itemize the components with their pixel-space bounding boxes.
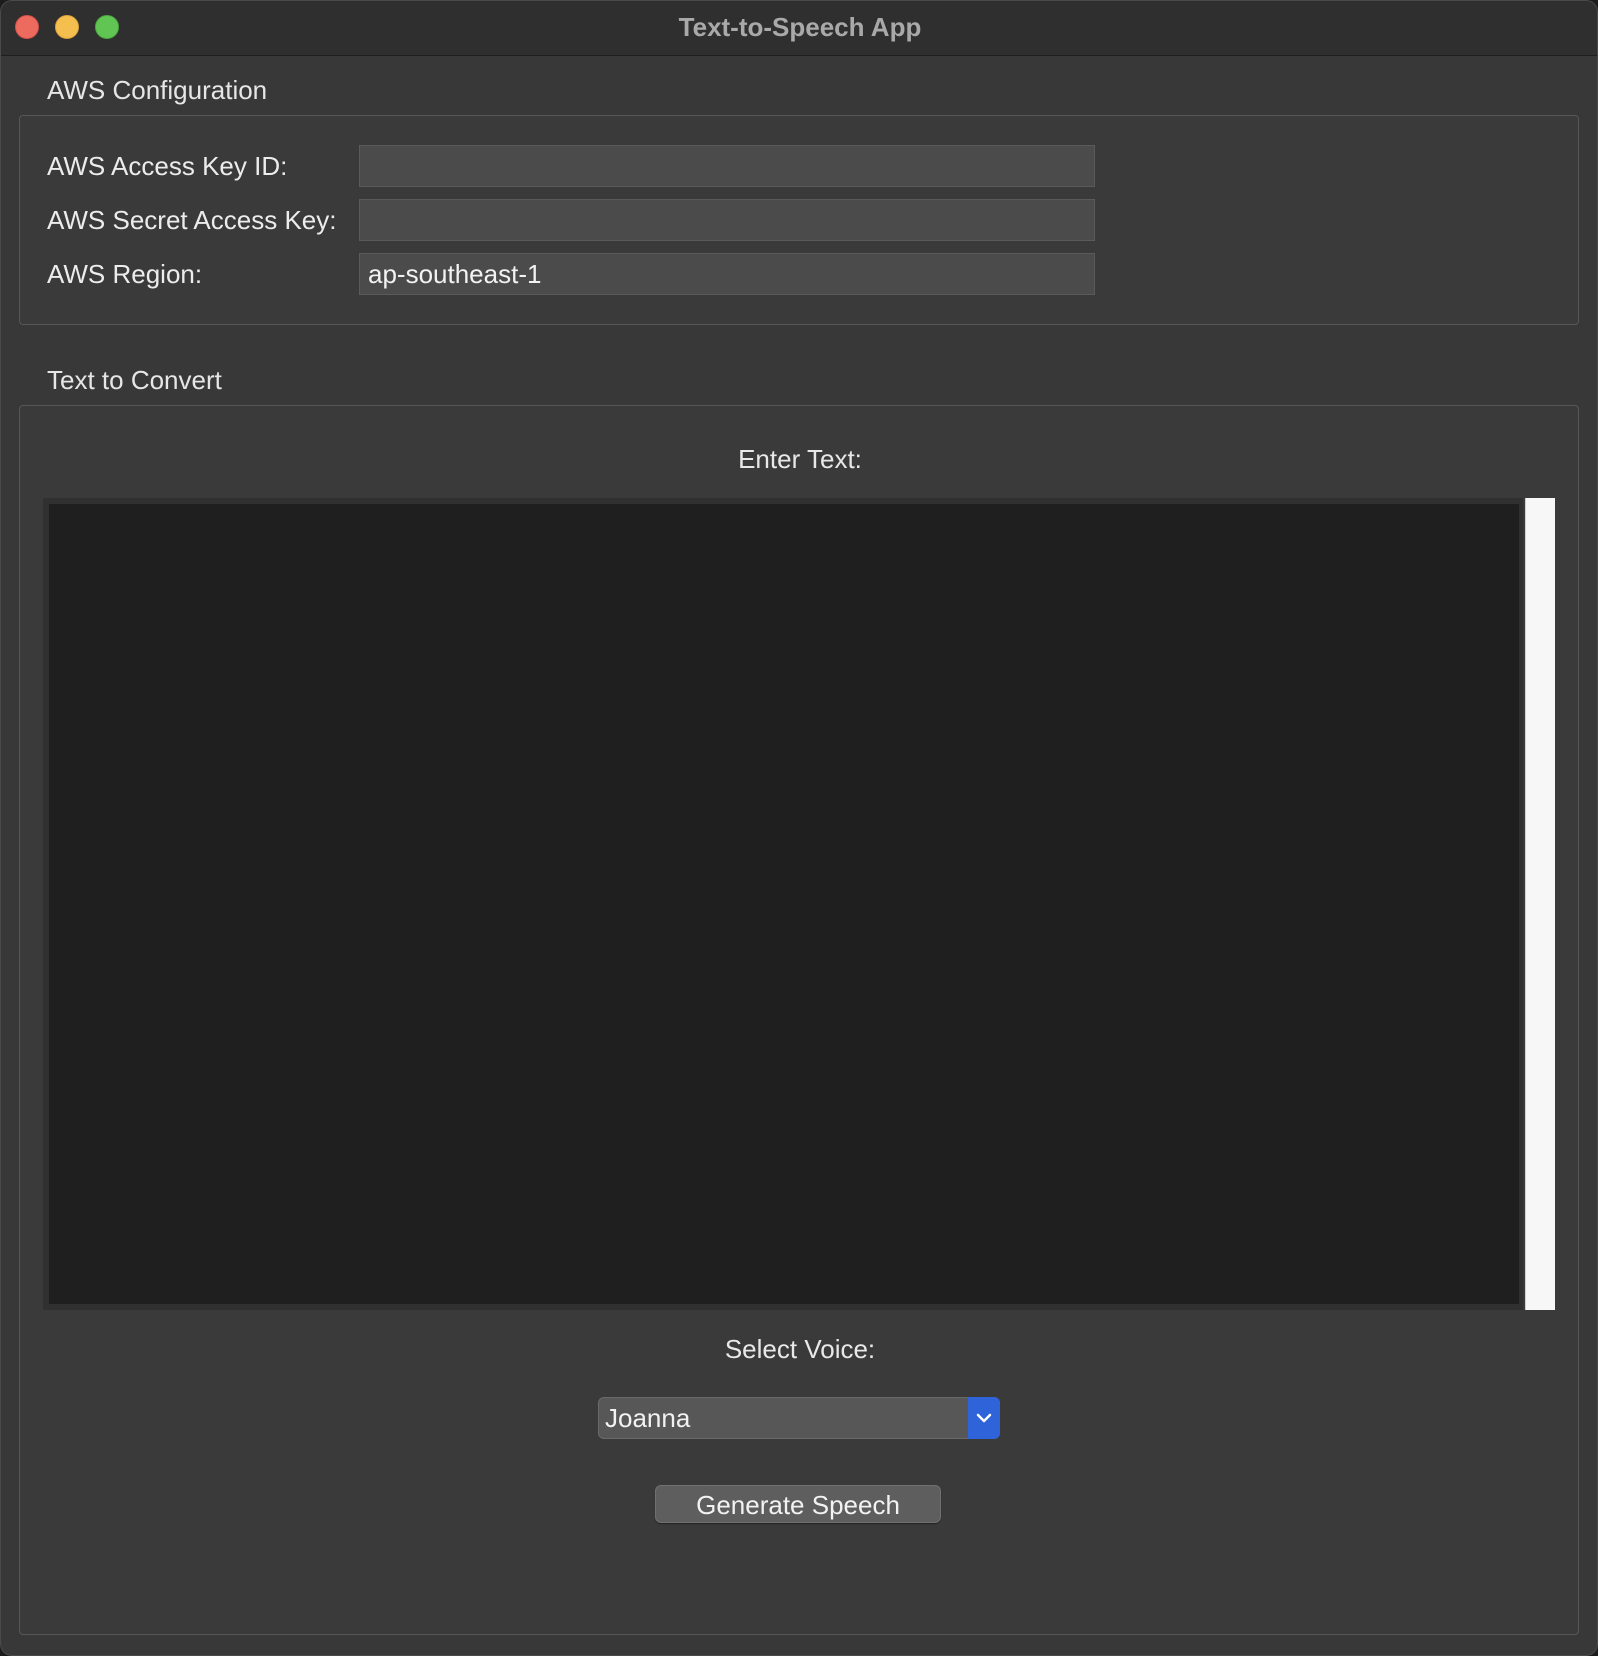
text-to-convert-title: Text to Convert [47, 365, 222, 395]
app-window: Text-to-Speech App AWS Configuration AWS… [0, 0, 1598, 1656]
select-voice-label: Select Voice: [724, 1334, 876, 1364]
title-bar[interactable]: Text-to-Speech App [1, 1, 1597, 56]
aws-configuration-title: AWS Configuration [47, 75, 268, 105]
text-input-area[interactable] [49, 504, 1519, 1304]
access-key-id-input[interactable] [359, 145, 1095, 187]
text-area-scrollbar[interactable] [1525, 498, 1555, 1310]
voice-select-value: Joanna [605, 1403, 691, 1433]
region-input[interactable] [359, 253, 1095, 295]
window-title: Text-to-Speech App [678, 12, 922, 42]
secret-access-key-input[interactable] [359, 199, 1095, 241]
access-key-id-label: AWS Access Key ID: [47, 151, 288, 181]
secret-access-key-label: AWS Secret Access Key: [47, 205, 337, 235]
chevron-down-icon[interactable] [968, 1397, 1000, 1439]
voice-select[interactable]: Joanna [598, 1397, 1000, 1439]
region-label: AWS Region: [47, 259, 203, 289]
enter-text-label: Enter Text: [738, 444, 862, 474]
generate-speech-button[interactable]: Generate Speech [655, 1485, 941, 1523]
